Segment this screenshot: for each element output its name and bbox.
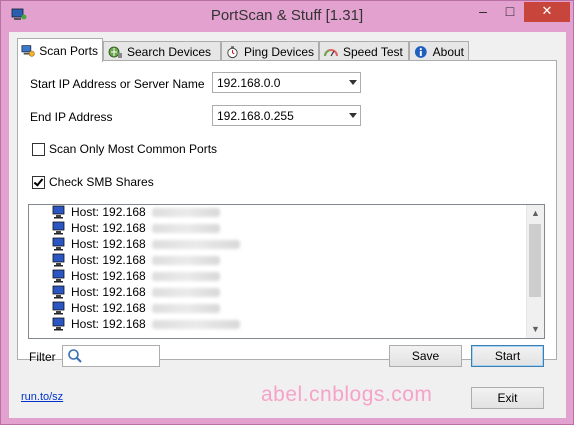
computer-icon — [52, 317, 65, 331]
redacted-address — [151, 303, 220, 313]
redacted-address — [151, 271, 220, 281]
smb-shares-label: Check SMB Shares — [49, 175, 154, 189]
scroll-down-arrow-icon[interactable]: ▼ — [527, 321, 544, 338]
app-window: PortScan & Stuff [1.31] – □ ✕ Scan Ports — [0, 0, 574, 425]
redacted-address — [151, 255, 220, 265]
tab-speed-test[interactable]: Speed Test — [319, 41, 409, 61]
tab-scan-ports[interactable]: Scan Ports — [17, 38, 103, 62]
watermark: abel.cnblogs.com — [261, 383, 433, 406]
search-devices-icon — [108, 46, 122, 58]
host-label: Host: 192.168 — [71, 253, 146, 267]
tab-label: Ping Devices — [243, 44, 314, 59]
filter-input[interactable] — [62, 345, 160, 367]
tab-label: Scan Ports — [39, 43, 98, 58]
start-ip-label: Start IP Address or Server Name — [30, 77, 205, 91]
list-item[interactable]: Host: 192.168 — [51, 252, 220, 268]
minimize-button[interactable]: – — [470, 2, 496, 22]
search-icon — [68, 349, 82, 363]
save-button[interactable]: Save — [389, 345, 462, 367]
start-ip-combobox[interactable]: 192.168.0.0 — [212, 72, 361, 93]
filter-label: Filter — [29, 350, 56, 364]
computer-icon — [52, 237, 65, 251]
website-link[interactable]: run.to/sz — [21, 391, 63, 403]
scroll-thumb[interactable] — [529, 224, 541, 297]
computer-icon — [52, 269, 65, 283]
redacted-address — [151, 239, 240, 249]
checkbox-box[interactable] — [32, 175, 45, 189]
host-label: Host: 192.168 — [71, 221, 146, 235]
end-ip-combobox[interactable]: 192.168.0.255 — [212, 105, 361, 126]
info-icon — [414, 45, 427, 58]
tab-search-devices[interactable]: Search Devices — [103, 41, 221, 61]
close-button[interactable]: ✕ — [524, 2, 570, 22]
stopwatch-icon — [227, 45, 238, 58]
tab-about[interactable]: About — [409, 41, 469, 61]
list-item[interactable]: Host: 192.168 — [51, 220, 220, 236]
redacted-address — [151, 223, 220, 233]
exit-button[interactable]: Exit — [471, 387, 544, 409]
computer-icon — [52, 301, 65, 315]
start-button[interactable]: Start — [471, 345, 544, 367]
redacted-address — [151, 319, 240, 329]
host-label: Host: 192.168 — [71, 285, 146, 299]
redacted-address — [151, 207, 220, 217]
chevron-down-icon — [349, 80, 357, 85]
common-ports-checkbox[interactable]: Scan Only Most Common Ports — [32, 142, 217, 156]
tab-label: Speed Test — [343, 44, 403, 59]
common-ports-label: Scan Only Most Common Ports — [49, 142, 218, 156]
list-item[interactable]: Host: 192.168 — [51, 284, 220, 300]
host-label: Host: 192.168 — [71, 205, 146, 219]
chevron-down-icon — [349, 113, 357, 118]
speedometer-icon — [324, 48, 338, 56]
list-item[interactable]: Host: 192.168 — [51, 268, 220, 284]
tab-ping-devices[interactable]: Ping Devices — [221, 41, 319, 61]
list-item[interactable]: Host: 192.168 — [51, 205, 220, 220]
checkbox-box[interactable] — [32, 142, 45, 156]
client-area: Scan Ports Search Devices Ping Devices S… — [9, 32, 566, 418]
maximize-button[interactable]: □ — [497, 2, 523, 22]
end-ip-label: End IP Address — [30, 110, 113, 124]
tab-label: Search Devices — [127, 44, 212, 59]
end-ip-value: 192.168.0.255 — [217, 109, 294, 123]
computer-icon — [52, 221, 65, 235]
title-bar[interactable]: PortScan & Stuff [1.31] – □ ✕ — [1, 1, 573, 31]
computer-icon — [52, 285, 65, 299]
list-item[interactable]: Host: 192.168 — [51, 316, 240, 332]
list-item[interactable]: Host: 192.168 — [51, 236, 240, 252]
host-label: Host: 192.168 — [71, 317, 146, 331]
scan-ports-panel: Start IP Address or Server Name 192.168.… — [17, 60, 557, 360]
computer-icon — [52, 205, 65, 219]
tab-label: About — [432, 44, 464, 59]
start-ip-value: 192.168.0.0 — [217, 76, 281, 90]
smb-shares-checkbox[interactable]: Check SMB Shares — [32, 175, 154, 189]
list-item[interactable]: Host: 192.168 — [51, 300, 220, 316]
scroll-up-arrow-icon[interactable]: ▲ — [527, 205, 544, 222]
vertical-scrollbar[interactable]: ▲ ▼ — [526, 205, 544, 338]
host-label: Host: 192.168 — [71, 237, 146, 251]
computer-icon — [52, 253, 65, 267]
hosts-list[interactable]: Host: 192.168 Host: 192.168 Host: 192.16… — [28, 204, 545, 339]
host-label: Host: 192.168 — [71, 301, 146, 315]
network-scan-icon — [21, 44, 35, 57]
host-label: Host: 192.168 — [71, 269, 146, 283]
redacted-address — [151, 287, 220, 297]
